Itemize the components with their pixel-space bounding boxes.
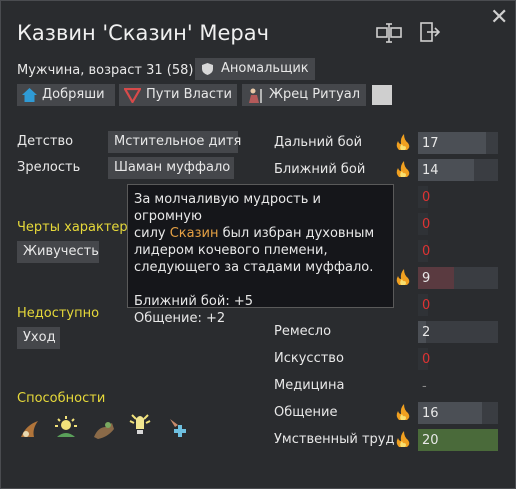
shield-icon	[202, 63, 213, 75]
adulthood-backstory[interactable]: Шаман муффало	[108, 157, 234, 179]
skill-name: Медицина	[274, 378, 345, 393]
house-icon	[22, 88, 37, 102]
skill-name: Дальний бой	[274, 135, 363, 150]
triangle-icon	[124, 88, 141, 103]
ideology-label: Аномальщик	[221, 61, 309, 76]
passion-flame-icon	[396, 404, 410, 420]
incapable-chip[interactable]: Уход	[17, 327, 60, 349]
skill-value: 17	[422, 136, 439, 151]
tooltip-pawn-name: Сказин	[169, 226, 219, 241]
passion-flame-icon	[396, 134, 410, 150]
faction-label: Добряши	[42, 87, 105, 102]
skill-name: Общение	[274, 405, 338, 420]
pawn-name: Казвин 'Сказин' Мерач	[17, 21, 269, 45]
skill-value: 0	[422, 217, 431, 232]
passion-flame-icon	[396, 431, 410, 447]
radiance-icon[interactable]	[128, 413, 152, 437]
tooltip-stat: Ближний бой: +5	[134, 294, 254, 309]
tooltip-line: следующего за стадами муффало.	[134, 260, 374, 275]
passion-flame-icon	[396, 161, 410, 177]
skill-value: 0	[422, 190, 431, 205]
faction-label: Пути Власти	[146, 87, 232, 102]
childhood-backstory[interactable]: Мстительное дитя	[108, 131, 241, 153]
passion-flame-icon	[396, 269, 410, 285]
skill-name: Ближний бой	[274, 162, 366, 177]
tooltip-stat: Общение: +2	[134, 311, 226, 326]
character-card-window: Казвин 'Сказин' Мерач ✕ Мужчина, возраст…	[0, 0, 516, 489]
heal-arrow-icon[interactable]	[166, 415, 190, 439]
pawn-info: Мужчина, возраст 31 (58)	[17, 63, 194, 78]
sun-burst-icon[interactable]	[54, 415, 78, 439]
trait-chip[interactable]: Живучесть	[17, 241, 99, 263]
tooltip-line: лидером кочевого племени,	[134, 243, 328, 258]
traits-header: Черты характера	[17, 220, 136, 235]
tooltip-line: силу Сказин был избран духовным	[134, 226, 375, 241]
faction-chip-dobryashi[interactable]: Добряши	[17, 84, 115, 106]
abilities-header: Способности	[17, 391, 106, 406]
banish-exit-icon[interactable]	[419, 21, 441, 43]
skill-value: 16	[422, 406, 439, 421]
role-label: Жрец Ритуал	[269, 87, 361, 102]
skill-value: 9	[422, 271, 431, 286]
skill-value: 0	[422, 298, 431, 313]
incapable-header: Недоступно	[17, 306, 100, 321]
backstory-tooltip: За молчаливую мудрость и огромную силу С…	[127, 184, 394, 326]
skill-name: Умственный труд	[274, 432, 395, 447]
skill-value: 20	[422, 433, 439, 448]
skill-value: 0	[422, 244, 431, 259]
childhood-label: Детство	[17, 134, 74, 149]
color-swatch[interactable]	[372, 85, 392, 105]
rename-icon[interactable]	[376, 23, 402, 43]
ideology-badge[interactable]: Аномальщик	[195, 58, 315, 80]
role-chip-priest[interactable]: Жрец Ритуал	[242, 84, 366, 106]
adulthood-label: Зрелость	[17, 160, 81, 175]
priest-icon	[249, 88, 262, 103]
skill-value: -	[422, 379, 427, 394]
skill-value: 14	[422, 163, 439, 178]
skill-name: Искусство	[274, 351, 344, 366]
animal-hand-icon[interactable]	[92, 417, 116, 441]
tooltip-line: За молчаливую мудрость и огромную	[134, 192, 321, 224]
close-icon[interactable]: ✕	[490, 5, 508, 30]
shockwave-icon[interactable]	[18, 417, 42, 441]
faction-chip-puti-vlasti[interactable]: Пути Власти	[119, 84, 237, 106]
skill-value: 2	[422, 325, 431, 340]
skill-value: 0	[422, 352, 431, 367]
